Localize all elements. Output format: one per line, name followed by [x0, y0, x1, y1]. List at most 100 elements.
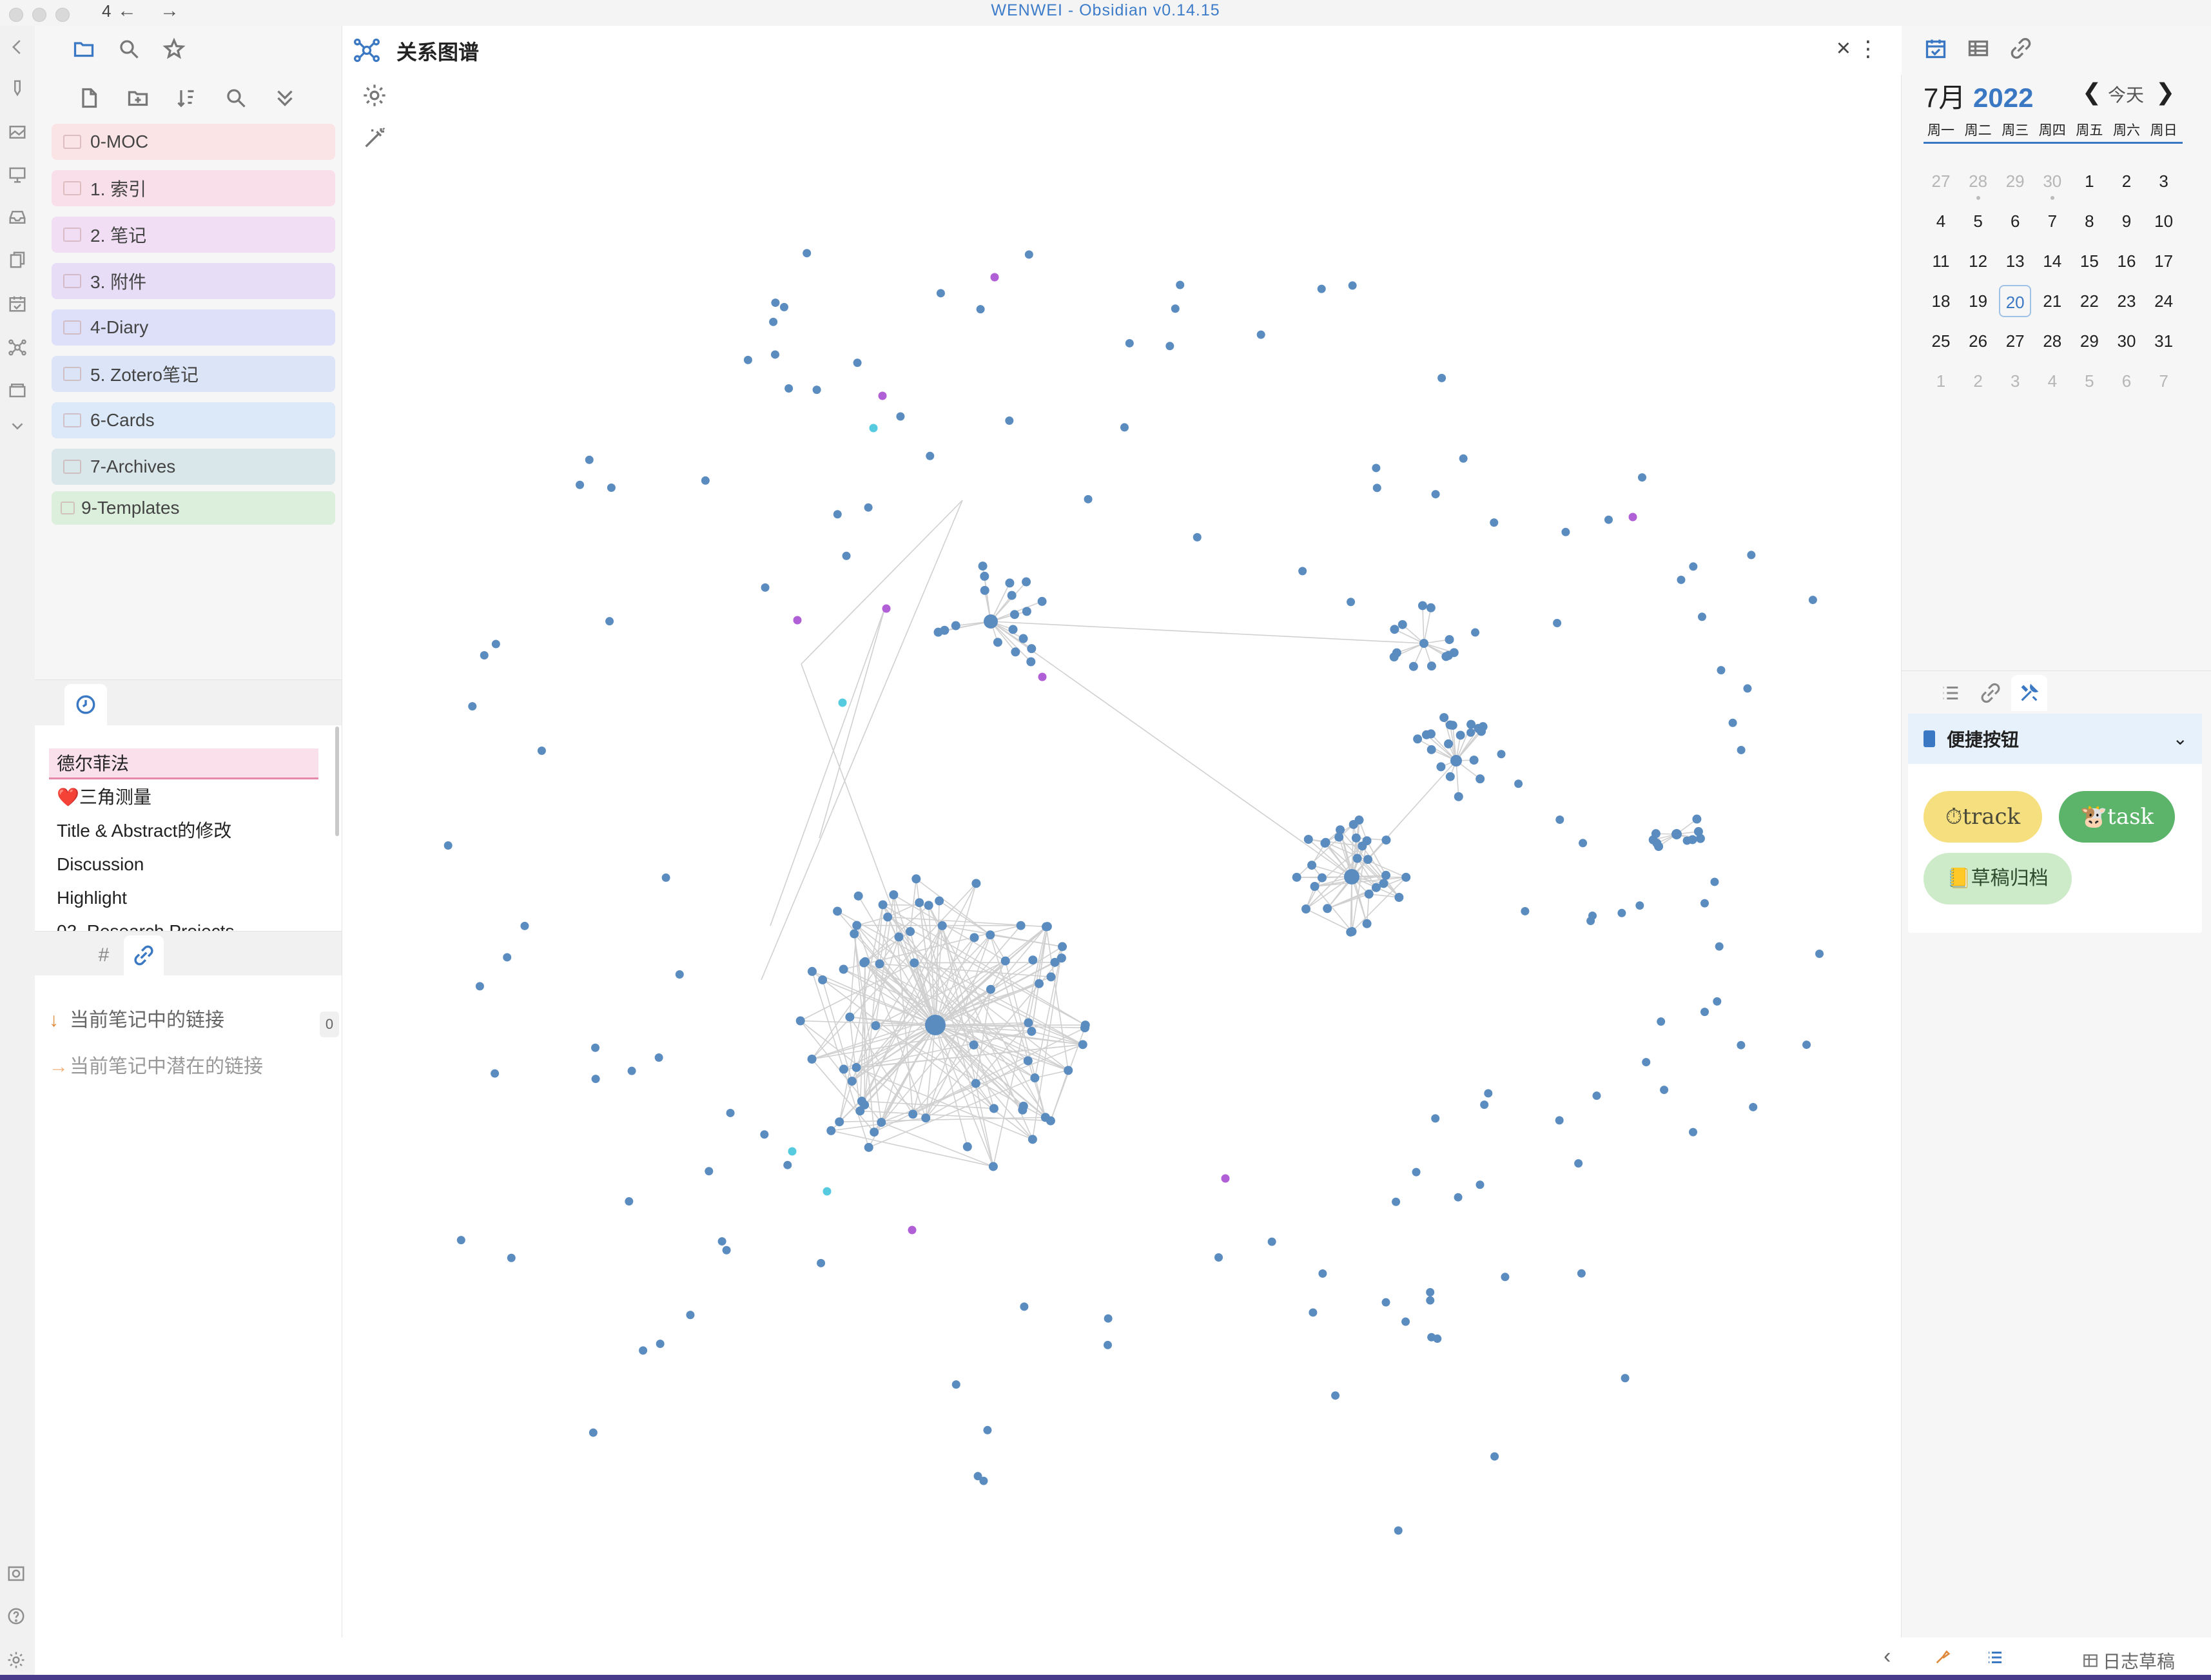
- calendar-day[interactable]: 11: [1925, 245, 1957, 277]
- graph-node[interactable]: [1058, 942, 1067, 952]
- graph-node[interactable]: [520, 921, 529, 930]
- graph-node[interactable]: [847, 1077, 857, 1086]
- graph-node[interactable]: [503, 953, 512, 962]
- graph-node[interactable]: [1307, 861, 1317, 870]
- graph-node[interactable]: [1310, 882, 1320, 892]
- graph-node[interactable]: [1445, 772, 1455, 781]
- graph-node[interactable]: [1038, 672, 1047, 681]
- graph-node[interactable]: [1815, 950, 1824, 959]
- graph-node[interactable]: [935, 896, 944, 906]
- graph-node[interactable]: [705, 1167, 714, 1176]
- calendar-day[interactable]: 25: [1925, 325, 1957, 357]
- graph-node[interactable]: [1165, 342, 1174, 351]
- graph-node[interactable]: [475, 982, 484, 991]
- graph-node[interactable]: [908, 1109, 918, 1119]
- graph-node[interactable]: [1026, 657, 1036, 667]
- graph-node[interactable]: [864, 1142, 873, 1152]
- graph-node[interactable]: [839, 964, 848, 974]
- graph-node[interactable]: [921, 1113, 931, 1123]
- graph-node[interactable]: [1292, 872, 1301, 882]
- graph-node[interactable]: [980, 571, 989, 581]
- calendar-day[interactable]: 29: [2073, 325, 2105, 357]
- graph-node[interactable]: [783, 1160, 792, 1169]
- graph-node[interactable]: [1027, 1026, 1037, 1036]
- graph-node[interactable]: [1417, 601, 1427, 610]
- graph-node[interactable]: [1700, 1008, 1709, 1017]
- graph-node[interactable]: [717, 1237, 726, 1246]
- graph-node[interactable]: [1444, 739, 1454, 748]
- calendar-day[interactable]: 22: [2073, 285, 2105, 317]
- calendar-day[interactable]: 3: [2148, 165, 2180, 197]
- graph-node[interactable]: [1737, 1040, 1746, 1050]
- graph-node[interactable]: [989, 1104, 998, 1113]
- graph-node[interactable]: [812, 386, 821, 395]
- graph-node[interactable]: [1009, 610, 1019, 620]
- graph-node[interactable]: [1490, 1452, 1499, 1461]
- graph-node[interactable]: [1011, 647, 1020, 657]
- graph-node[interactable]: [1103, 1340, 1112, 1349]
- graph-node[interactable]: [1027, 644, 1037, 654]
- graph-node[interactable]: [1466, 728, 1476, 737]
- graph-node[interactable]: [1743, 684, 1752, 693]
- folder-item[interactable]: 3. 附件: [52, 263, 335, 299]
- graph-node[interactable]: [1715, 942, 1724, 951]
- graph-node[interactable]: [1579, 839, 1588, 848]
- calendar-day[interactable]: 30: [2036, 165, 2069, 197]
- calendar-next-arrow-icon[interactable]: ❯: [2156, 79, 2175, 106]
- graph-node[interactable]: [1336, 825, 1345, 835]
- graph-node[interactable]: [908, 1226, 917, 1235]
- graph-node[interactable]: [1007, 591, 1017, 600]
- graph-node[interactable]: [1364, 889, 1374, 899]
- calendar-day[interactable]: 31: [2148, 325, 2180, 357]
- graph-node[interactable]: [969, 933, 979, 943]
- calendar-today-button[interactable]: 今天: [2108, 81, 2144, 107]
- graph-node[interactable]: [1008, 625, 1018, 634]
- graph-node[interactable]: [1176, 280, 1185, 289]
- calendar-day[interactable]: 23: [2110, 285, 2143, 317]
- calendar-day[interactable]: 2: [1962, 365, 1994, 397]
- graph-node[interactable]: [993, 638, 1002, 647]
- table-tab-icon[interactable]: [1962, 32, 1994, 64]
- graph-node[interactable]: [1427, 745, 1436, 754]
- graph-node[interactable]: [1431, 1114, 1440, 1123]
- graph-node[interactable]: [1480, 1100, 1489, 1109]
- graph-node[interactable]: [842, 551, 851, 560]
- calendar-day[interactable]: 12: [1962, 245, 1994, 277]
- graph-node[interactable]: [784, 384, 794, 393]
- graph-node[interactable]: [1621, 1374, 1630, 1383]
- graph-node[interactable]: [1401, 1317, 1410, 1326]
- task-button[interactable]: 🐮task: [2059, 791, 2175, 843]
- graph-node[interactable]: [443, 841, 453, 850]
- graph-node[interactable]: [1381, 870, 1391, 880]
- calendar-day[interactable]: 28: [1962, 165, 1994, 197]
- sort-icon[interactable]: [173, 84, 201, 112]
- calendar-day[interactable]: 9: [2110, 205, 2143, 237]
- graph-node[interactable]: [1426, 1288, 1435, 1297]
- graph-node[interactable]: [983, 1425, 992, 1434]
- graph-node[interactable]: [1301, 904, 1311, 914]
- graph-node[interactable]: [1318, 1269, 1327, 1278]
- calendar-day[interactable]: 24: [2148, 285, 2180, 317]
- graph-node[interactable]: [491, 640, 500, 649]
- graph-node[interactable]: [1020, 1302, 1029, 1311]
- graph-node[interactable]: [507, 1253, 516, 1262]
- graph-node[interactable]: [1028, 955, 1038, 965]
- calendar-check-icon[interactable]: [6, 293, 28, 315]
- graph-node[interactable]: [607, 483, 616, 492]
- graph-node[interactable]: [1344, 869, 1359, 884]
- graph-node[interactable]: [870, 1128, 879, 1137]
- calendar-day[interactable]: 10: [2148, 205, 2180, 237]
- graph-node[interactable]: [864, 503, 873, 512]
- brush-icon[interactable]: [1934, 1648, 1952, 1670]
- graph-node[interactable]: [1710, 877, 1719, 886]
- graph-node[interactable]: [1577, 1269, 1586, 1278]
- graph-node[interactable]: [1586, 917, 1595, 926]
- graph-node[interactable]: [1443, 650, 1453, 660]
- graph-node[interactable]: [1362, 919, 1372, 928]
- graph-node[interactable]: [1689, 1128, 1698, 1137]
- graph-node[interactable]: [889, 890, 899, 899]
- track-button[interactable]: ⏱track: [1924, 791, 2042, 843]
- calendar-day[interactable]: 4: [1925, 205, 1957, 237]
- graph-node[interactable]: [1695, 834, 1705, 843]
- calendar-day[interactable]: 5: [1962, 205, 1994, 237]
